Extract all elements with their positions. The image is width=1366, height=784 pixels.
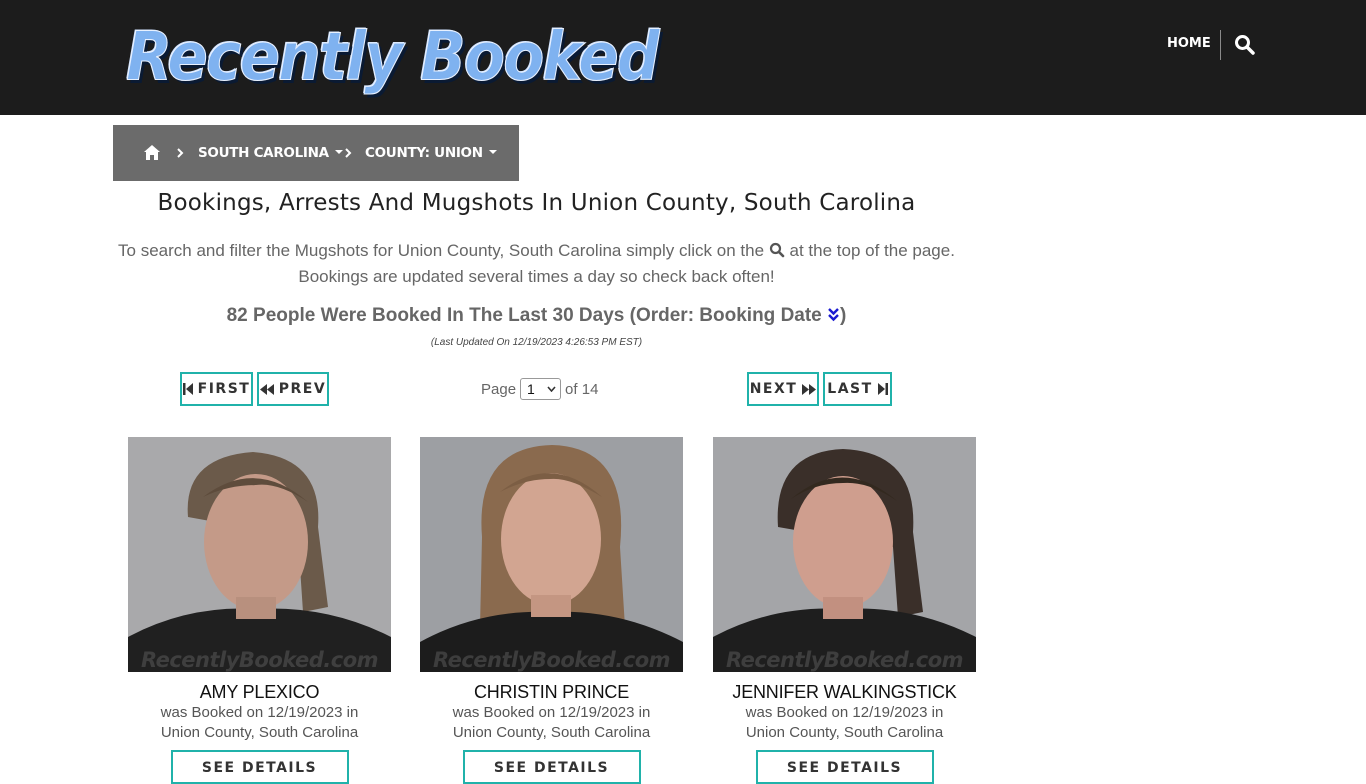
caret-down-icon — [488, 150, 497, 154]
breadcrumb-state-label: SOUTH CAROLINA — [198, 145, 329, 161]
page-suffix: of 14 — [565, 380, 599, 398]
person-name[interactable]: JENNIFER WALKINGSTICK — [713, 682, 976, 703]
booking-count-text: 82 People Were Booked In The Last 30 Day… — [226, 305, 822, 326]
photo-watermark: RecentlyBooked.com — [140, 648, 379, 672]
breadcrumb-county[interactable]: COUNTY: UNION — [365, 145, 497, 161]
booked-line: was Booked on 12/19/2023 in — [160, 704, 359, 721]
mugshot-photo[interactable]: RecentlyBooked.com — [128, 437, 391, 672]
chevron-right-icon — [175, 144, 185, 162]
nav-home-link[interactable]: HOME — [1167, 36, 1211, 51]
prev-page-button[interactable]: PREV — [257, 372, 329, 406]
prev-page-label: PREV — [278, 381, 327, 397]
site-header: Recently Booked HOME — [0, 0, 1366, 115]
booking-card[interactable]: RecentlyBooked.com CHRISTIN PRINCE was B… — [420, 437, 683, 784]
intro-before: To search and filter the Mugshots for Un… — [118, 241, 765, 260]
see-details-button[interactable]: SEE DETAILS — [755, 750, 934, 784]
booked-location: Union County, South Carolina — [745, 724, 944, 741]
page-select-value: 1 — [527, 381, 535, 397]
first-page-button[interactable]: FIRST — [180, 372, 253, 406]
sort-order-icon[interactable] — [827, 307, 840, 329]
mugshot-photo[interactable]: RecentlyBooked.com — [713, 437, 976, 672]
page-title: Bookings, Arrests And Mugshots In Union … — [157, 190, 916, 216]
booked-location: Union County, South Carolina — [452, 724, 651, 741]
chevron-right-icon — [343, 144, 353, 162]
backward-icon — [259, 383, 274, 395]
intro-text: To search and filter the Mugshots for Un… — [113, 238, 960, 290]
booking-count-heading: 82 People Were Booked In The Last 30 Day… — [113, 305, 960, 329]
see-details-button[interactable]: SEE DETAILS — [170, 750, 349, 784]
person-name[interactable]: AMY PLEXICO — [128, 682, 391, 703]
page-select[interactable]: 1 — [520, 378, 562, 400]
home-icon[interactable] — [143, 144, 161, 161]
photo-watermark: RecentlyBooked.com — [432, 648, 671, 672]
next-page-label: NEXT — [749, 381, 798, 397]
next-page-button[interactable]: NEXT — [747, 372, 819, 406]
forward-icon — [802, 383, 817, 395]
see-details-button[interactable]: SEE DETAILS — [462, 750, 641, 784]
caret-down-icon — [334, 150, 343, 154]
mugshot-photo[interactable]: RecentlyBooked.com — [420, 437, 683, 672]
breadcrumb: SOUTH CAROLINA COUNTY: UNION — [113, 125, 519, 181]
booked-line: was Booked on 12/19/2023 in — [452, 704, 651, 721]
last-page-label: LAST — [827, 381, 873, 397]
person-name[interactable]: CHRISTIN PRINCE — [420, 682, 683, 703]
last-page-button[interactable]: LAST — [823, 372, 892, 406]
intro-after: at the top of the page. — [789, 241, 955, 260]
step-forward-icon — [877, 383, 888, 395]
nav-divider — [1220, 30, 1221, 60]
booked-line: was Booked on 12/19/2023 in — [745, 704, 944, 721]
booking-count-close: ) — [840, 305, 847, 326]
site-logo[interactable]: Recently Booked — [126, 17, 661, 97]
search-icon — [769, 242, 785, 258]
breadcrumb-state[interactable]: SOUTH CAROLINA — [198, 145, 343, 161]
booked-location: Union County, South Carolina — [160, 724, 359, 741]
step-backward-icon — [182, 383, 193, 395]
last-updated: (Last Updated On 12/19/2023 4:26:53 PM E… — [430, 337, 643, 348]
page-selector: Page 1 of 14 — [481, 378, 598, 400]
first-page-label: FIRST — [197, 381, 251, 397]
search-icon[interactable] — [1234, 34, 1256, 56]
breadcrumb-county-label: COUNTY: UNION — [365, 145, 483, 161]
intro-line2: Bookings are updated several times a day… — [298, 267, 775, 286]
chevron-down-icon — [547, 386, 556, 392]
booking-card[interactable]: RecentlyBooked.com AMY PLEXICO was Booke… — [128, 437, 391, 784]
photo-watermark: RecentlyBooked.com — [725, 648, 964, 672]
booking-card[interactable]: RecentlyBooked.com JENNIFER WALKINGSTICK… — [713, 437, 976, 784]
page-prefix: Page — [481, 380, 517, 398]
